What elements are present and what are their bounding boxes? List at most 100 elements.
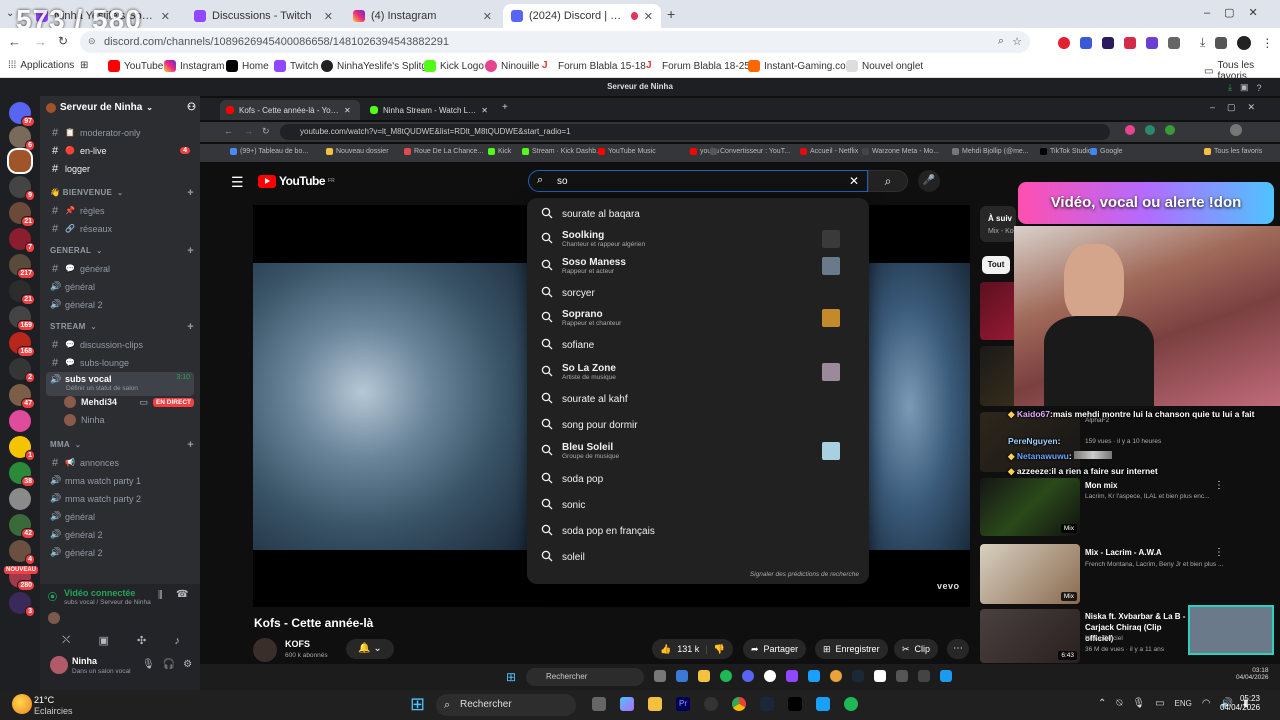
app-icon[interactable] — [816, 697, 830, 711]
inner-bookmark[interactable]: Stream · Kick Dashb... — [522, 148, 602, 155]
more-icon[interactable]: ⋮ — [1214, 547, 1224, 558]
server-icon[interactable]: 6 — [9, 126, 35, 151]
wifi-icon[interactable]: ◠ — [1202, 698, 1211, 709]
bookmark-ninouille[interactable]: Ninouille — [485, 60, 539, 72]
disconnect-icon[interactable]: ☎ — [176, 589, 188, 600]
inner-bookmark[interactable]: Kick — [488, 148, 511, 155]
server-icon[interactable]: 42 — [9, 514, 35, 539]
voice-channel[interactable]: 🔊 général — [46, 278, 194, 295]
text-channel[interactable]: # 💬 discussion-clips — [46, 336, 194, 353]
spotify-icon[interactable] — [720, 670, 732, 682]
inner-bookmark[interactable]: (99+) Tableau de bo... — [230, 148, 308, 155]
spotify-icon[interactable] — [844, 697, 858, 711]
obs-icon[interactable] — [764, 670, 776, 682]
voice-channel[interactable]: 🔊 général 2 — [46, 296, 194, 313]
inner-bookmark[interactable]: Nouveau dossier — [326, 148, 389, 155]
twitch-icon[interactable] — [786, 670, 798, 682]
server-icon[interactable]: 4 — [9, 540, 35, 565]
close-icon[interactable]: ✕ — [483, 10, 492, 23]
server-icon[interactable]: 47 — [9, 384, 35, 409]
camera-off-icon[interactable]: ⛌ — [62, 634, 70, 647]
windows-start-icon[interactable]: ⊞ — [506, 670, 516, 684]
avatar[interactable] — [1230, 124, 1242, 136]
server-icon[interactable] — [9, 410, 31, 432]
menu-icon[interactable]: ☰ — [231, 174, 244, 191]
server-icon[interactable]: 9 — [9, 176, 35, 201]
clip-button[interactable]: ✂ Clip — [894, 639, 939, 659]
headphones-icon[interactable]: 🎧 — [163, 659, 175, 670]
side-video-title[interactable]: Mon mix — [1085, 481, 1225, 490]
steam-icon[interactable] — [760, 697, 774, 711]
search-suggestion[interactable]: soleil — [527, 544, 869, 570]
taskbar-search[interactable]: ⌕ Rechercher — [436, 694, 576, 716]
tab-twitch-discussions[interactable]: Discussions - Twitch ✕ — [186, 4, 341, 28]
channel-category[interactable]: STREAM ⌄ + — [46, 318, 194, 335]
side-thumb-mix[interactable]: Mix — [980, 478, 1080, 536]
voice-channel[interactable]: 🔊 mma watch party 1 — [46, 472, 194, 489]
bookmark-youtube[interactable]: YouTube — [108, 60, 163, 72]
save-button[interactable]: ⊞ Enregistrer — [815, 639, 888, 659]
bookmark-forum-1825[interactable]: J Forum Blabla 18-25... — [646, 60, 758, 72]
server-icon[interactable]: 169 — [9, 306, 35, 331]
server-icon[interactable]: 3 — [9, 592, 35, 617]
app-icon[interactable] — [896, 670, 908, 682]
text-channel[interactable]: # 📢 annonces — [46, 454, 194, 471]
windows-start-icon[interactable]: ⊞ — [410, 694, 425, 715]
channel-category[interactable]: MMA ⌄ + — [46, 436, 194, 453]
avatar[interactable] — [1237, 35, 1252, 50]
app-icon[interactable] — [676, 670, 688, 682]
inner-bookmark[interactable]: Roue De La Chance... — [404, 148, 483, 155]
voice-channel[interactable]: 🔊 mma watch party 2 — [46, 490, 194, 507]
channel-category[interactable]: 👋 BIENVENUE ⌄ + — [46, 184, 194, 201]
close-icon[interactable]: ✕ — [344, 106, 351, 115]
close-icon[interactable]: ✕ — [324, 10, 333, 23]
chevron-up-icon[interactable]: ⌃ — [1098, 698, 1106, 709]
tab-instagram[interactable]: (4) Instagram ✕ — [345, 4, 500, 28]
server-icon[interactable]: 38 — [9, 462, 35, 487]
server-icon[interactable] — [9, 488, 31, 510]
download-icon[interactable]: ⤓ — [1228, 82, 1232, 93]
server-icon[interactable]: 21 — [9, 280, 35, 305]
tiktok-icon[interactable] — [788, 697, 802, 711]
filter-chip-all[interactable]: Tout — [982, 256, 1010, 274]
more-icon[interactable]: ⋮ — [1214, 480, 1224, 491]
add-channel-icon[interactable]: + — [187, 439, 194, 451]
text-channel[interactable]: # 💬 général — [46, 260, 194, 277]
bell-off-icon[interactable]: ⍉ — [1116, 698, 1122, 709]
voice-channel-label[interactable]: subs vocal / Serveur de Ninha — [64, 599, 151, 606]
help-icon[interactable]: ? — [1257, 83, 1262, 93]
mic-icon[interactable]: 🎙 — [1132, 698, 1145, 709]
voice-search-icon[interactable]: 🎤 — [918, 170, 940, 192]
add-channel-icon[interactable]: + — [187, 321, 194, 333]
server-icon[interactable]: 1 — [9, 436, 35, 461]
bookmark-splitgate[interactable]: NinhaYeslife's Splitg... — [321, 60, 435, 72]
app-icon[interactable] — [918, 670, 930, 682]
bookmark-kick[interactable]: Kick Logo — [424, 60, 484, 72]
close-icon[interactable]: ✕ — [644, 10, 653, 23]
inner-bookmark[interactable]: Tous les favoris — [1204, 148, 1262, 155]
shield-icon[interactable] — [1146, 36, 1158, 49]
bookmark-instant-gaming[interactable]: Instant-Gaming.com — [748, 60, 854, 72]
search-suggestion[interactable]: Soprano Rappeur et chanteur — [527, 305, 869, 331]
search-suggestion[interactable]: sourate al kahf — [527, 386, 869, 412]
search-suggestion[interactable]: Soolking Chanteur et rappeur algérien — [527, 226, 869, 252]
subscribe-bell-button[interactable]: 🔔 ⌄ — [346, 639, 394, 659]
app-icon[interactable] — [940, 670, 952, 682]
signal-icon[interactable]: ⫼ — [158, 590, 163, 601]
extension-icon[interactable] — [1145, 125, 1155, 135]
chrome-icon[interactable] — [830, 670, 842, 682]
inner-tab-youtube[interactable]: Kofs - Cette année-là - YouTub...✕ — [220, 100, 360, 120]
youtube-search-box[interactable]: ⌕ so ✕ — [528, 170, 868, 192]
extension-icon[interactable] — [1165, 125, 1175, 135]
like-icon[interactable]: 👍 — [660, 644, 671, 655]
new-tab-button[interactable]: + — [502, 102, 508, 113]
extension-icon[interactable] — [1124, 36, 1136, 49]
inner-bookmark[interactable]: Warzone Meta - Mo... — [862, 148, 939, 155]
discord-icon[interactable] — [742, 670, 754, 682]
forward-icon[interactable]: → — [244, 126, 253, 136]
search-suggestion[interactable]: soda pop en français — [527, 518, 869, 544]
add-channel-icon[interactable]: + — [187, 187, 194, 199]
text-channel[interactable]: # 🔗 réseaux — [46, 220, 194, 237]
download-icon[interactable]: ⤓ — [1200, 35, 1205, 50]
voice-channel[interactable]: 🔊 subs vocal 3:10 Définir un statut de salo… — [46, 372, 194, 396]
